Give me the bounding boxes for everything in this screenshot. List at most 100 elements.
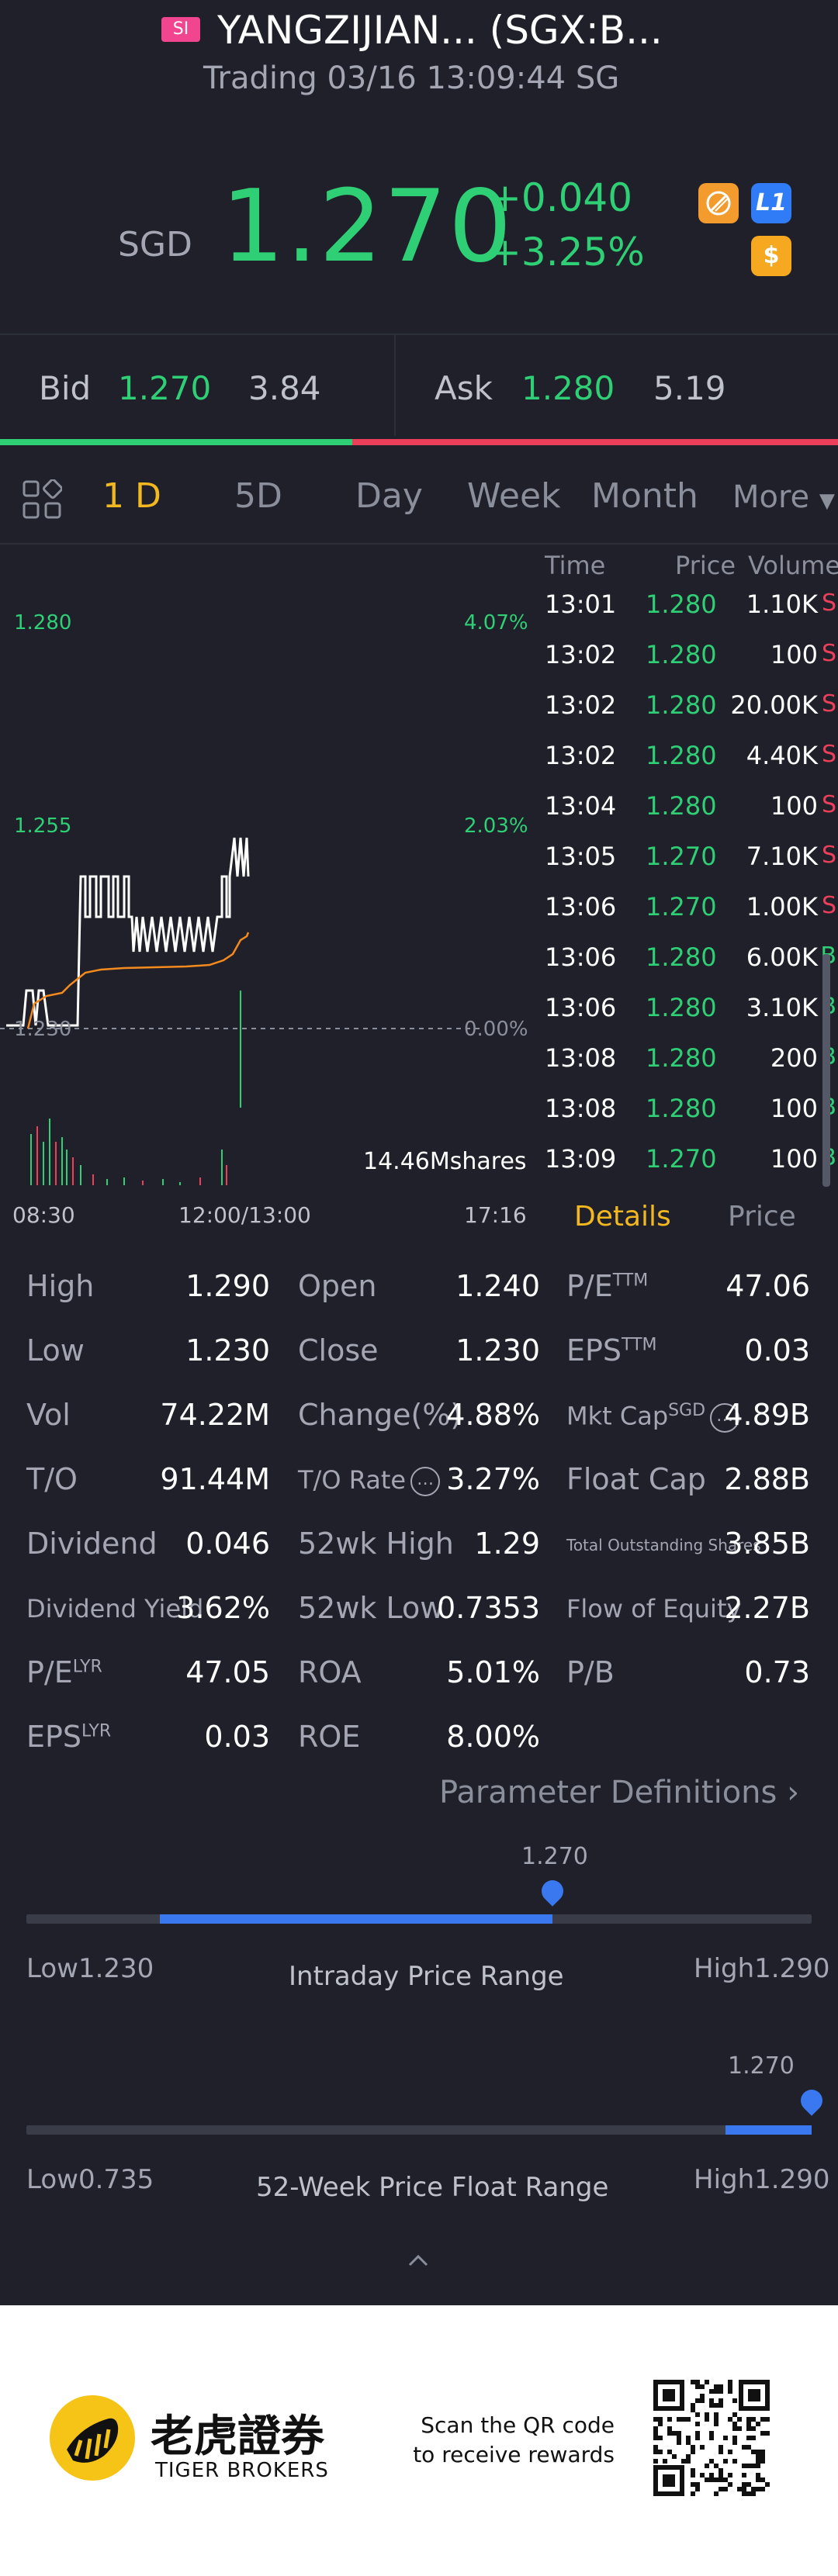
stat-value: 1.240 <box>455 1269 540 1303</box>
tick-volume: 3.10K <box>746 993 818 1022</box>
stat-value: 3.85B <box>724 1527 810 1561</box>
stat-value: 47.06 <box>725 1269 810 1303</box>
stat-label-sup: LYR <box>72 1657 102 1677</box>
stat-label-text: Close <box>298 1333 379 1368</box>
stat-label: 52wk High <box>298 1527 454 1561</box>
no-limit-icon[interactable] <box>698 183 739 223</box>
tab-1d[interactable]: 1 D <box>102 476 161 516</box>
tick-volume: 100 <box>770 640 818 669</box>
tab-price[interactable]: Price <box>728 1201 796 1233</box>
stock-title[interactable]: YANGZIJIAN... (SGX:B... <box>217 8 663 53</box>
tick-price: 1.270 <box>646 892 717 921</box>
tick-time: 13:08 <box>545 1043 617 1073</box>
intraday-high: High1.290 <box>694 1953 830 1984</box>
stat-label-text: EPS <box>566 1333 622 1368</box>
grid-icon[interactable] <box>22 479 62 520</box>
stat-label-text: 52wk Low <box>298 1591 445 1625</box>
stat-value: 3.62% <box>176 1591 270 1625</box>
tick-price: 1.280 <box>646 690 717 720</box>
bid-ratio-bar <box>0 439 352 445</box>
stat-value: 91.44M <box>160 1462 270 1496</box>
stat-label-text: ROA <box>298 1655 362 1689</box>
scan-text-line2: to receive rewards <box>413 2442 615 2467</box>
stat-label: Vol <box>26 1398 71 1432</box>
week52-marker-icon <box>796 2085 827 2116</box>
stat-label-text: T/O <box>26 1462 78 1496</box>
tab-day[interactable]: Day <box>355 476 423 516</box>
tick-price: 1.270 <box>646 1144 717 1174</box>
week52-low: Low0.735 <box>26 2164 154 2195</box>
stat-label: Low <box>26 1333 85 1368</box>
tick-time: 13:04 <box>545 791 617 821</box>
pct-axis-mid: 2.03% <box>464 814 528 838</box>
dollar-icon[interactable]: $ <box>751 236 791 276</box>
stat-label: T/O Rate… <box>298 1465 441 1496</box>
level1-icon[interactable]: L1 <box>751 183 791 223</box>
stat-label: EPSTTM <box>566 1333 657 1368</box>
tab-more[interactable]: More ▼ <box>732 479 835 515</box>
ask-volume: 5.19 <box>653 369 726 407</box>
intraday-chart[interactable] <box>0 545 535 1212</box>
tick-price: 1.280 <box>646 942 717 972</box>
caret-down-icon: ▼ <box>819 489 835 513</box>
bid-volume: 3.84 <box>248 369 321 407</box>
stat-label: Dividend <box>26 1527 158 1561</box>
chevron-up-icon[interactable] <box>407 2249 430 2273</box>
tick-price: 1.280 <box>646 1094 717 1123</box>
bid-price: 1.270 <box>118 369 212 407</box>
stat-label-text: Float Cap <box>566 1462 706 1496</box>
stat-label: 52wk Low <box>298 1591 444 1625</box>
stat-label-text: Dividend <box>26 1527 158 1561</box>
tick-side: S <box>821 892 836 919</box>
stat-label-text: EPS <box>26 1720 82 1754</box>
stat-value: 4.88% <box>446 1398 540 1432</box>
stat-label-text: P/B <box>566 1655 615 1689</box>
currency-label: SGD <box>118 225 192 265</box>
stat-value: 0.03 <box>204 1720 270 1754</box>
stat-label-text: P/E <box>26 1655 73 1689</box>
tick-row: 13:061.2806.00KB <box>540 942 838 993</box>
more-info-icon[interactable]: … <box>410 1467 441 1496</box>
stat-label-sup: LYR <box>81 1721 112 1741</box>
stat-label: Open <box>298 1269 377 1303</box>
tick-time: 13:08 <box>545 1094 617 1123</box>
tick-row: 13:05 1.270 7.10K S <box>540 842 838 892</box>
price-line <box>6 837 250 1027</box>
ticks-scrollbar[interactable] <box>822 954 830 1187</box>
tab-week[interactable]: Week <box>467 476 561 516</box>
stat-label: P/ELYR <box>26 1655 102 1689</box>
week52-range-title: 52-Week Price Float Range <box>256 2172 609 2203</box>
stat-value: 0.03 <box>744 1333 810 1368</box>
stat-value: 0.046 <box>185 1527 270 1561</box>
bid-label: Bid <box>39 369 92 407</box>
week52-current-value: 1.270 <box>728 2052 795 2080</box>
tick-time: 13:05 <box>545 842 617 871</box>
tick-price: 1.270 <box>646 842 717 871</box>
tick-volume: 100 <box>770 1094 818 1123</box>
ask-price: 1.280 <box>521 369 615 407</box>
intraday-range-fill <box>160 1914 553 1924</box>
stat-label: P/ETTM <box>566 1269 648 1303</box>
tick-time: 13:09 <box>545 1144 617 1174</box>
parameter-definitions-link[interactable]: Parameter Definitions › <box>439 1775 799 1810</box>
tick-side: S <box>821 640 836 667</box>
stat-label: Change(%) <box>298 1398 462 1432</box>
tick-volume: 7.10K <box>746 842 818 871</box>
tick-price: 1.280 <box>646 1043 717 1073</box>
tab-details[interactable]: Details <box>574 1201 671 1233</box>
tick-volume: 1.00K <box>746 892 818 921</box>
scan-text-line1: Scan the QR code <box>421 2412 615 2438</box>
tick-time: 13:06 <box>545 892 617 921</box>
stat-value: 0.7353 <box>437 1591 540 1625</box>
ticks-header-price: Price <box>675 551 736 580</box>
stat-label: High <box>26 1269 94 1303</box>
stat-label-text: Mkt Cap <box>566 1401 669 1431</box>
stat-label-text: Vol <box>26 1398 71 1432</box>
week52-high: High1.290 <box>694 2164 830 2195</box>
price-change-percent: +3.25% <box>489 230 645 275</box>
stat-label-text: ROE <box>298 1720 361 1754</box>
tab-5d[interactable]: 5D <box>234 476 282 516</box>
tab-month[interactable]: Month <box>591 476 698 516</box>
tick-time: 13:02 <box>545 741 617 770</box>
qr-code-icon <box>653 2380 770 2496</box>
